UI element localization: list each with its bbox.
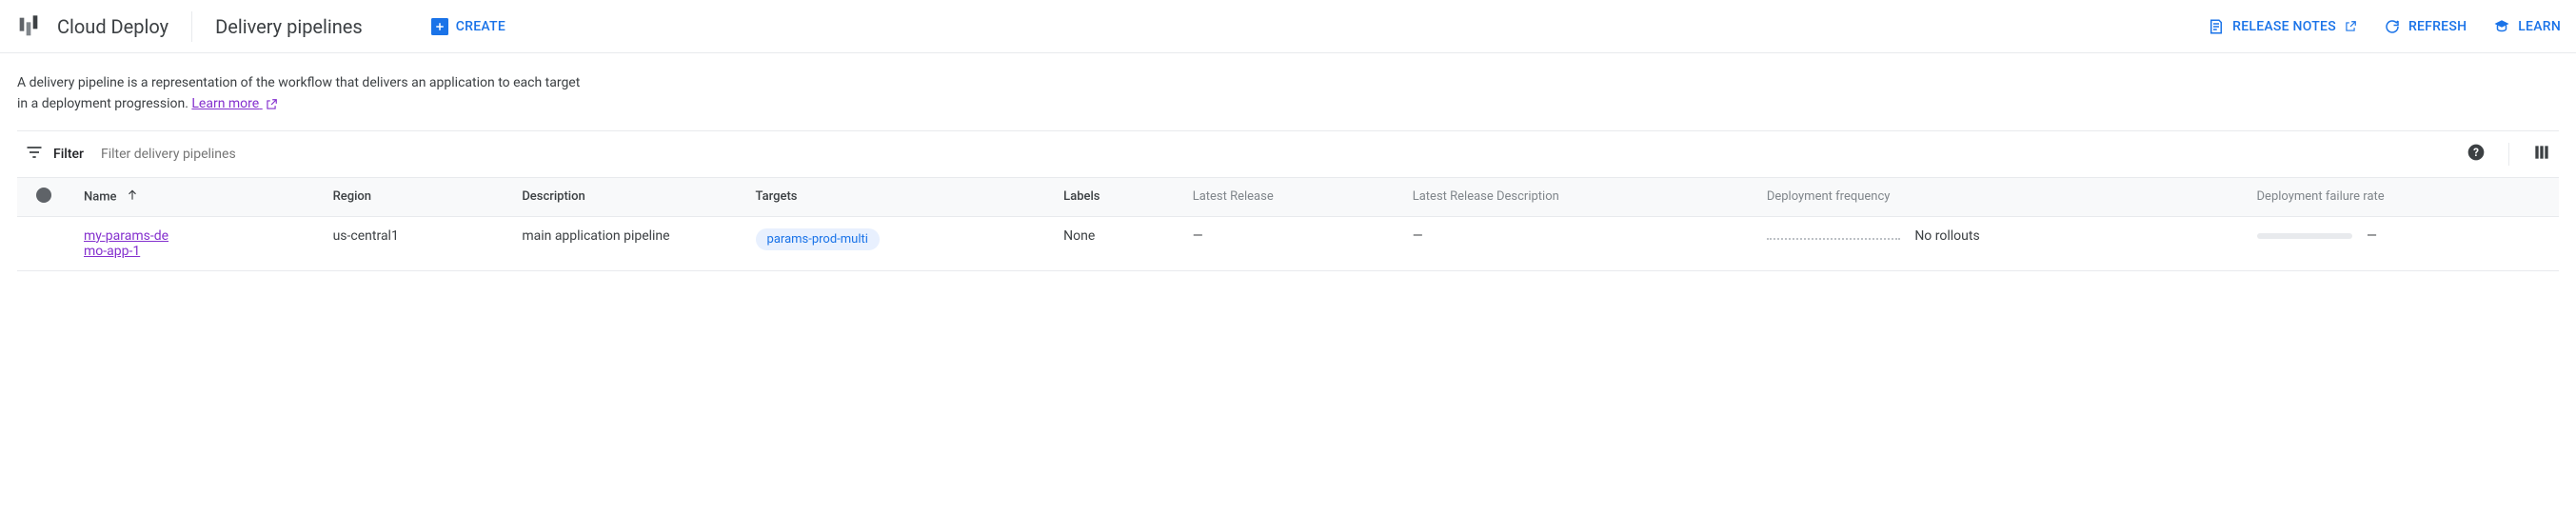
table-section: Filter ? Name Region Descr	[17, 130, 2559, 271]
toolbar-divider	[2508, 143, 2509, 166]
create-label: CREATE	[456, 19, 505, 34]
product-name: Cloud Deploy	[57, 15, 168, 38]
cell-deployment-failure-rate: —	[2244, 216, 2559, 270]
learn-label: LEARN	[2518, 19, 2561, 34]
learn-more-label: Learn more	[191, 96, 259, 111]
cell-deployment-frequency: No rollouts	[1754, 216, 2244, 270]
pipeline-name-link[interactable]: my-params-demo-app-1	[84, 228, 179, 259]
cloud-deploy-logo-icon	[15, 13, 42, 40]
table-header-row: Name Region Description Targets Labels L…	[17, 177, 2559, 216]
page-title: Delivery pipelines	[215, 15, 363, 38]
cell-latest-release: —	[1179, 216, 1399, 270]
learn-more-link[interactable]: Learn more	[191, 96, 277, 111]
external-link-icon	[265, 98, 278, 111]
column-selector-icon[interactable]	[2532, 143, 2551, 166]
cell-labels: None	[1050, 216, 1179, 270]
col-targets[interactable]: Targets	[743, 177, 1051, 216]
release-notes-icon	[2208, 18, 2225, 35]
col-latest-release-desc[interactable]: Latest Release Description	[1399, 177, 1754, 216]
header-bar: Cloud Deploy Delivery pipelines CREATE R…	[0, 0, 2576, 53]
refresh-icon	[2384, 18, 2401, 35]
table-row: my-params-demo-app-1 us-central1 main ap…	[17, 216, 2559, 270]
release-notes-button[interactable]: RELEASE NOTES	[2208, 18, 2357, 35]
cell-description: main application pipeline	[508, 216, 742, 270]
plus-box-icon	[431, 18, 448, 35]
help-icon[interactable]: ?	[2467, 143, 2486, 166]
create-button[interactable]: CREATE	[431, 18, 505, 35]
release-notes-label: RELEASE NOTES	[2232, 19, 2336, 34]
refresh-label: REFRESH	[2408, 19, 2467, 34]
failure-rate-bar	[2257, 233, 2352, 239]
cell-latest-release-desc: —	[1399, 216, 1754, 270]
learn-icon	[2493, 18, 2510, 35]
col-description[interactable]: Description	[508, 177, 742, 216]
target-chip[interactable]: params-prod-multi	[756, 228, 880, 250]
learn-button[interactable]: LEARN	[2493, 18, 2561, 35]
col-deployment-frequency[interactable]: Deployment frequency	[1754, 177, 2244, 216]
filter-bar: Filter ?	[17, 131, 2559, 177]
select-all-checkbox[interactable]	[36, 188, 51, 203]
intro-text: A delivery pipeline is a representation …	[0, 53, 609, 130]
header-divider	[191, 11, 192, 42]
cell-targets: params-prod-multi	[743, 216, 1051, 270]
filter-icon	[25, 143, 44, 166]
deployment-frequency-text: No rollouts	[1914, 228, 1979, 244]
deployment-sparkline	[1767, 232, 1900, 240]
failure-rate-text: —	[2367, 228, 2377, 244]
sort-asc-icon	[126, 188, 139, 206]
filter-label: Filter	[53, 147, 84, 162]
intro-body: A delivery pipeline is a representation …	[17, 75, 580, 111]
svg-text:?: ?	[2473, 146, 2479, 159]
cell-region: us-central1	[320, 216, 509, 270]
col-deployment-failure-rate[interactable]: Deployment failure rate	[2244, 177, 2559, 216]
pipelines-table: Name Region Description Targets Labels L…	[17, 177, 2559, 271]
col-latest-release[interactable]: Latest Release	[1179, 177, 1399, 216]
external-link-icon	[2344, 20, 2357, 33]
col-name[interactable]: Name	[70, 177, 320, 216]
filter-input[interactable]	[101, 147, 2467, 162]
col-region[interactable]: Region	[320, 177, 509, 216]
refresh-button[interactable]: REFRESH	[2384, 18, 2467, 35]
col-labels[interactable]: Labels	[1050, 177, 1179, 216]
